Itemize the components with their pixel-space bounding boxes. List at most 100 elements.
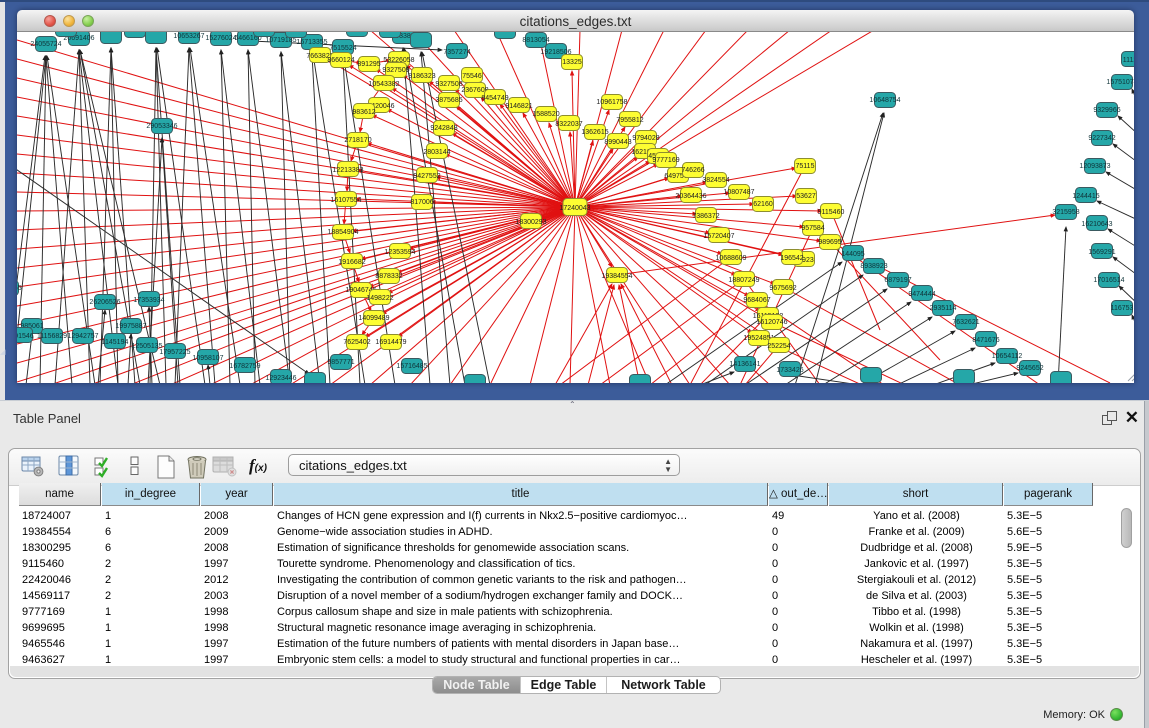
svg-text:8878332: 8878332	[375, 273, 402, 280]
svg-text:14136141: 14136141	[729, 361, 760, 368]
svg-text:16120746: 16120746	[756, 319, 787, 326]
svg-text:9329966: 9329966	[1093, 107, 1120, 114]
svg-text:144095: 144095	[841, 251, 864, 258]
svg-text:11156829: 11156829	[37, 333, 67, 340]
svg-text:16210643: 16210643	[1081, 221, 1112, 228]
svg-text:2616065: 2616065	[17, 285, 22, 292]
svg-text:9794028: 9794028	[632, 135, 659, 142]
svg-text:9227342: 9227342	[1088, 135, 1115, 142]
svg-text:12353594: 12353594	[384, 249, 415, 256]
svg-text:16782759: 16782759	[229, 363, 260, 370]
svg-text:2935114: 2935114	[930, 305, 957, 312]
svg-text:16914479: 16914479	[375, 339, 406, 346]
svg-text:10807487: 10807487	[723, 189, 754, 196]
svg-text:12923446: 12923446	[265, 375, 296, 382]
svg-text:10543382: 10543382	[368, 81, 399, 88]
svg-text:19975887: 19975887	[115, 323, 146, 330]
svg-text:1588520: 1588520	[532, 111, 559, 118]
svg-text:9675692: 9675692	[769, 285, 796, 292]
svg-text:15751074: 15751074	[1106, 79, 1134, 86]
svg-text:18807249: 18807249	[728, 277, 759, 284]
svg-text:10688609: 10688609	[715, 255, 746, 262]
svg-text:9327508: 9327508	[435, 81, 462, 88]
svg-text:13325: 13325	[562, 59, 582, 66]
svg-text:9857771: 9857771	[327, 359, 354, 366]
svg-text:10719185: 10719185	[265, 37, 296, 44]
svg-text:9474444: 9474444	[908, 291, 935, 298]
svg-text:12213383: 12213383	[332, 167, 363, 174]
svg-text:14099489: 14099489	[358, 315, 389, 322]
svg-text:9146821: 9146821	[505, 103, 532, 110]
svg-text:7632621: 7632621	[952, 319, 979, 326]
svg-text:10653267: 10653267	[173, 33, 204, 40]
svg-text:12505135: 12505135	[131, 343, 162, 350]
svg-text:15276024: 15276024	[205, 35, 236, 42]
svg-text:15716485: 15716485	[396, 363, 427, 370]
svg-text:62160: 62160	[753, 201, 773, 208]
svg-text:17957225: 17957225	[159, 349, 190, 356]
svg-text:8660124: 8660124	[327, 57, 354, 64]
svg-text:8454749: 8454749	[481, 95, 508, 102]
svg-text:9242848: 9242848	[430, 125, 457, 132]
svg-text:7955812: 7955812	[616, 117, 643, 124]
svg-text:9245652: 9245652	[1016, 365, 1043, 372]
svg-text:116753: 116753	[1111, 305, 1134, 312]
svg-text:8938923: 8938923	[860, 263, 887, 270]
svg-text:2718170: 2718170	[344, 137, 371, 144]
svg-text:1916682: 1916682	[338, 259, 365, 266]
svg-text:983612: 983612	[352, 109, 375, 116]
svg-text:9427552: 9427552	[413, 173, 440, 180]
svg-text:11124: 11124	[1123, 57, 1134, 64]
svg-text:391546: 391546	[17, 333, 34, 340]
svg-text:3875685: 3875685	[435, 97, 462, 104]
svg-text:26206526: 26206526	[89, 299, 120, 306]
svg-text:746266: 746266	[681, 167, 704, 174]
svg-text:20364436: 20364436	[675, 193, 706, 200]
svg-text:16107554: 16107554	[330, 197, 361, 204]
svg-text:8186323: 8186323	[408, 73, 435, 80]
svg-text:8471676: 8471676	[972, 337, 999, 344]
svg-text:17240043: 17240043	[559, 205, 590, 212]
svg-text:1362615: 1362615	[581, 129, 608, 136]
svg-text:8990443: 8990443	[604, 139, 631, 146]
svg-text:8322037: 8322037	[555, 121, 582, 128]
svg-text:252254: 252254	[767, 343, 790, 350]
svg-text:9684067: 9684067	[743, 297, 770, 304]
svg-text:891295: 891295	[357, 61, 380, 68]
svg-text:24055724: 24055724	[30, 41, 61, 48]
svg-text:989695: 989695	[818, 239, 841, 246]
svg-text:8813054: 8813054	[522, 37, 549, 44]
svg-text:19384554: 19384554	[601, 273, 632, 280]
svg-text:3215958: 3215958	[1052, 209, 1079, 216]
svg-text:15720407: 15720407	[703, 233, 734, 240]
svg-text:29053346: 29053346	[146, 123, 177, 130]
svg-text:7386372: 7386372	[692, 213, 719, 220]
svg-text:1145194: 1145194	[102, 339, 129, 346]
svg-text:3824554: 3824554	[702, 177, 729, 184]
svg-text:957584: 957584	[801, 225, 824, 232]
svg-text:7625402: 7625402	[343, 339, 370, 346]
svg-text:817006: 817006	[410, 199, 433, 206]
svg-text:1733426: 1733426	[776, 367, 803, 374]
svg-text:9327509: 9327509	[382, 67, 409, 74]
svg-text:75546: 75546	[462, 73, 482, 80]
svg-text:16713355: 16713355	[296, 39, 327, 46]
svg-text:1244415: 1244415	[1072, 193, 1099, 200]
svg-text:6879197: 6879197	[884, 277, 911, 284]
svg-text:1569291: 1569291	[1088, 249, 1115, 256]
svg-text:75115: 75115	[796, 163, 815, 170]
svg-text:9115460: 9115460	[818, 209, 845, 216]
svg-text:18300293: 18300293	[515, 219, 546, 226]
svg-text:10961758: 10961758	[596, 99, 627, 106]
svg-text:7357274: 7357274	[443, 49, 470, 56]
svg-text:17016514: 17016514	[1093, 277, 1124, 284]
svg-text:10958107: 10958107	[192, 355, 223, 362]
svg-text:196542: 196542	[780, 255, 803, 262]
svg-text:2803144: 2803144	[423, 149, 450, 156]
svg-text:9777169: 9777169	[652, 157, 679, 164]
svg-text:17353934: 17353934	[133, 297, 164, 304]
svg-text:1498222: 1498222	[366, 295, 393, 302]
svg-text:10654112: 10654112	[992, 353, 1023, 360]
svg-text:10648754: 10648754	[869, 97, 900, 104]
svg-text:12942757: 12942757	[67, 333, 98, 340]
